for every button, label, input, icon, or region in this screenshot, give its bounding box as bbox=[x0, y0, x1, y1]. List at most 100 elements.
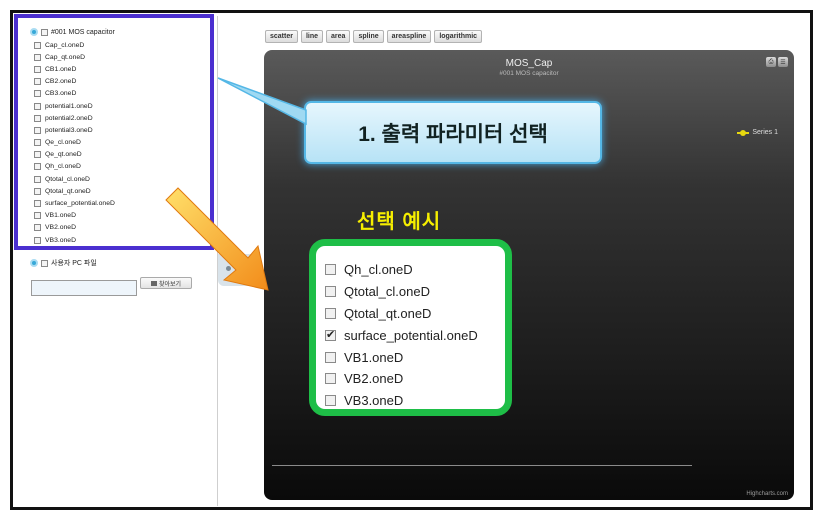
example-item[interactable]: Qtotal_qt.oneD bbox=[325, 303, 478, 325]
checkbox[interactable] bbox=[325, 264, 336, 276]
chart-type-button-area[interactable]: area bbox=[326, 30, 351, 43]
local-file-label: 사용자 PC 파일 bbox=[51, 260, 97, 267]
file-path-input[interactable] bbox=[31, 280, 137, 296]
expand-icon[interactable] bbox=[30, 259, 38, 267]
tree-item[interactable]: VB2.oneD bbox=[34, 222, 115, 234]
chart-type-button-line[interactable]: line bbox=[300, 30, 324, 43]
checkbox[interactable] bbox=[34, 236, 41, 244]
toggle-dot-icon bbox=[226, 266, 231, 271]
root-checkbox[interactable] bbox=[41, 28, 48, 36]
parameter-tree: #001 MOS capacitor Cap_cl.oneD Cap_qt.one… bbox=[14, 14, 214, 250]
export-icon[interactable]: ☰ bbox=[778, 57, 788, 67]
example-item-label: Qtotal_cl.oneD bbox=[344, 284, 430, 300]
checkbox[interactable] bbox=[34, 151, 41, 159]
tree-item[interactable]: surface_potential.oneD bbox=[34, 197, 115, 209]
example-item-label: VB3.oneD bbox=[344, 393, 404, 409]
checkbox[interactable] bbox=[34, 90, 41, 98]
checkbox[interactable] bbox=[34, 65, 41, 73]
local-file-section: 사용자 PC 파일 bbox=[30, 258, 97, 268]
chart-type-button-logarithmic[interactable]: logarithmic bbox=[434, 30, 483, 43]
tree-item-label: Qh_cl.oneD bbox=[45, 163, 81, 171]
example-item[interactable]: VB2.oneD bbox=[325, 368, 478, 390]
tree-root-label: #001 MOS capacitor bbox=[51, 28, 115, 36]
chart-type-button-scatter[interactable]: scatter bbox=[265, 30, 298, 43]
example-item[interactable]: VB3.oneD bbox=[325, 390, 478, 409]
tree-item[interactable]: VB3.oneD bbox=[34, 234, 115, 246]
tree-item-label: surface_potential.oneD bbox=[45, 200, 115, 208]
folder-icon bbox=[150, 280, 157, 286]
tree-item[interactable]: potential2.oneD bbox=[34, 112, 115, 124]
tree-item-label: potential2.oneD bbox=[45, 114, 93, 122]
chart-subtitle: #001 MOS capacitor bbox=[499, 70, 559, 77]
checkbox[interactable] bbox=[34, 102, 41, 110]
tree-item[interactable]: Qtotal_cl.oneD bbox=[34, 173, 115, 185]
example-item[interactable]: VB1.oneD bbox=[325, 346, 478, 368]
tree-item[interactable]: Cap_qt.oneD bbox=[34, 51, 115, 63]
checkbox[interactable] bbox=[325, 373, 336, 385]
example-item-label: VB2.oneD bbox=[344, 371, 404, 387]
tree-item-label: CB3.oneD bbox=[45, 90, 77, 98]
checkbox[interactable] bbox=[325, 286, 336, 298]
example-item-label: Qtotal_qt.oneD bbox=[344, 305, 432, 321]
tree-item[interactable]: Qh_cl.oneD bbox=[34, 161, 115, 173]
tree-item[interactable]: VB1.oneD bbox=[34, 210, 115, 222]
callout-select-parameter: 1. 출력 파라미터 선택 bbox=[304, 101, 602, 164]
tree-item[interactable]: potential1.oneD bbox=[34, 100, 115, 112]
tree-item-label: VB1.oneD bbox=[45, 212, 76, 220]
checkbox[interactable] bbox=[34, 53, 41, 61]
local-file-checkbox[interactable] bbox=[41, 259, 48, 267]
tree-item-label: Cap_qt.oneD bbox=[45, 53, 86, 61]
browse-button[interactable]: 찾아보기 bbox=[140, 277, 192, 289]
tree-root[interactable]: #001 MOS capacitor bbox=[30, 26, 115, 38]
print-icon[interactable]: ⎙ bbox=[766, 57, 776, 67]
checkbox[interactable] bbox=[325, 307, 336, 319]
checkbox[interactable] bbox=[34, 224, 41, 232]
checkbox[interactable] bbox=[34, 163, 41, 171]
chart-type-button-spline[interactable]: spline bbox=[353, 30, 384, 43]
example-items: Qh_cl.oneD Qtotal_cl.oneD Qtotal_qt.oneDsu… bbox=[325, 259, 478, 409]
checkbox[interactable] bbox=[34, 187, 41, 195]
tree-item-label: Qe_qt.oneD bbox=[45, 151, 82, 159]
tree-item[interactable]: Cap_cl.oneD bbox=[34, 39, 115, 51]
checkbox[interactable] bbox=[325, 328, 336, 341]
chart-credits[interactable]: Highcharts.com bbox=[746, 491, 788, 497]
tree-item[interactable]: CB1.oneD bbox=[34, 63, 115, 75]
tree-item-label: CB1.oneD bbox=[45, 65, 77, 73]
tree-item-label: CB2.oneD bbox=[45, 78, 77, 86]
panel-toggle-tab[interactable] bbox=[218, 254, 256, 286]
tree-items: Cap_cl.oneD Cap_qt.oneD CB1.oneD CB2.oneD CB… bbox=[34, 39, 115, 246]
checkbox[interactable] bbox=[325, 351, 336, 363]
tree-item-label: Cap_cl.oneD bbox=[45, 41, 85, 49]
chart-type-button-areaspline[interactable]: areaspline bbox=[386, 30, 432, 43]
checkbox[interactable] bbox=[34, 41, 41, 49]
example-item[interactable]: surface_potential.oneD bbox=[325, 324, 478, 346]
tree-item-label: potential3.oneD bbox=[45, 126, 93, 134]
example-item[interactable]: Qh_cl.oneD bbox=[325, 259, 478, 281]
checkbox[interactable] bbox=[34, 212, 41, 220]
chart-type-toolbar: scatter line area spline areaspline logarithm… bbox=[265, 30, 483, 43]
tree-item[interactable]: Qe_cl.oneD bbox=[34, 137, 115, 149]
chart-menu: ⎙ ☰ bbox=[766, 57, 788, 67]
checkbox[interactable] bbox=[34, 175, 41, 183]
tree-item[interactable]: CB3.oneD bbox=[34, 88, 115, 100]
checkbox[interactable] bbox=[34, 200, 41, 208]
legend[interactable]: Series 1 bbox=[737, 129, 778, 136]
expand-icon[interactable] bbox=[30, 28, 38, 36]
tree-item[interactable]: Qtotal_qt.oneD bbox=[34, 185, 115, 197]
tree-item-label: Qtotal_cl.oneD bbox=[45, 175, 90, 183]
checkbox[interactable] bbox=[34, 126, 41, 134]
checkbox[interactable] bbox=[34, 139, 41, 147]
example-title: 선택 예시 bbox=[357, 211, 442, 233]
tree-item[interactable]: CB2.oneD bbox=[34, 76, 115, 88]
tree-item[interactable]: potential3.oneD bbox=[34, 124, 115, 136]
checkbox[interactable] bbox=[34, 78, 41, 86]
checkbox[interactable] bbox=[34, 114, 41, 122]
series-marker-icon bbox=[737, 129, 750, 136]
checkbox[interactable] bbox=[325, 395, 336, 407]
example-item-label: surface_potential.oneD bbox=[344, 327, 478, 343]
browse-label: 찾아보기 bbox=[158, 281, 182, 288]
tree-item[interactable]: Qe_qt.oneD bbox=[34, 149, 115, 161]
example-item-label: VB1.oneD bbox=[344, 349, 404, 365]
example-box: Qh_cl.oneD Qtotal_cl.oneD Qtotal_qt.oneDsu… bbox=[309, 239, 512, 416]
example-item[interactable]: Qtotal_cl.oneD bbox=[325, 281, 478, 303]
